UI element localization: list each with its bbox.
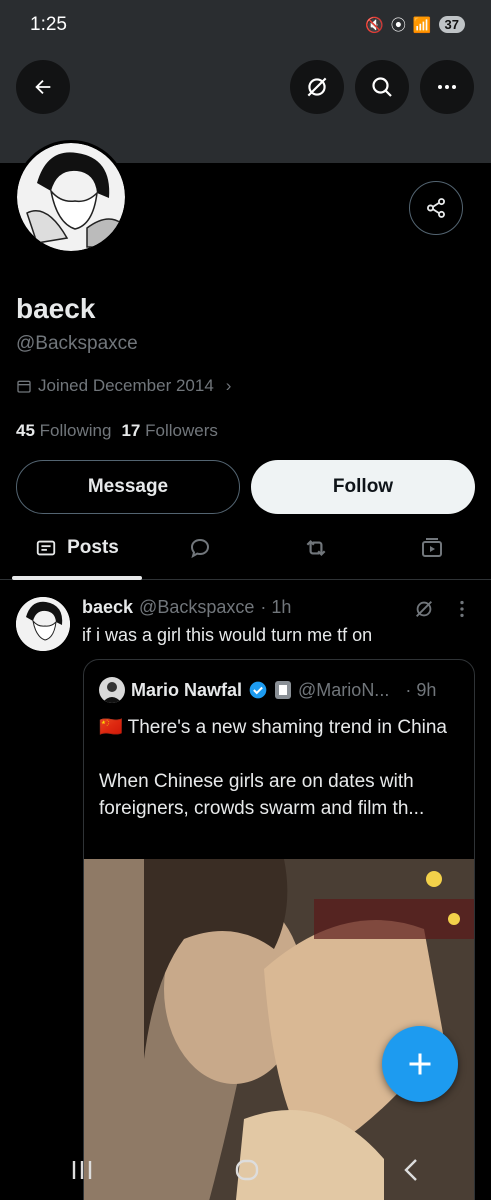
- wifi-icon: 📶: [412, 16, 432, 34]
- slash-circle-icon: [307, 77, 327, 97]
- following-link[interactable]: 45 Following: [16, 421, 111, 441]
- recent-apps-icon[interactable]: [70, 1159, 94, 1181]
- quote-header: Mario Nawfal @MarioN... · 9h: [99, 677, 436, 703]
- reply-icon: [190, 538, 210, 559]
- mute-icon: 🔇: [365, 16, 384, 34]
- status-time: 1:25: [30, 14, 67, 35]
- media-icon: [422, 538, 442, 557]
- quote-author-handle: @MarioN...: [298, 679, 390, 700]
- search-button[interactable]: [355, 60, 409, 114]
- quote-author-name: Mario Nawfal: [131, 679, 243, 700]
- status-icons: 🔇 ⦿ 📶 37: [365, 14, 465, 35]
- slash-circle-icon: [416, 601, 432, 617]
- joined-date[interactable]: Joined December 2014 ›: [16, 376, 231, 396]
- system-nav-bar: [0, 1140, 491, 1200]
- share-button[interactable]: [409, 181, 463, 235]
- quote-text: 🇨🇳 There's a new shaming trend in China …: [99, 714, 464, 822]
- quote-time: · 9h: [405, 679, 437, 700]
- follow-button[interactable]: Follow: [251, 460, 475, 514]
- repost-icon: [306, 539, 326, 557]
- post-text: if i was a girl this would turn me tf on: [82, 625, 373, 645]
- quote-author-avatar: [99, 677, 125, 703]
- home-icon[interactable]: [234, 1158, 260, 1182]
- follow-counts: 45 Following 17 Followers: [16, 421, 218, 441]
- active-tab-indicator: [12, 576, 142, 580]
- search-icon: [372, 77, 392, 97]
- back-nav-icon[interactable]: [401, 1158, 421, 1182]
- arrow-left-icon: [35, 79, 51, 95]
- post-author-handle[interactable]: @Backspaxce: [139, 597, 254, 618]
- followers-link[interactable]: 17 Followers: [121, 421, 217, 441]
- post-more-button[interactable]: [455, 598, 469, 625]
- compose-button[interactable]: [382, 1026, 458, 1102]
- plus-icon: [409, 1053, 431, 1075]
- tab-posts-label: Posts: [67, 537, 119, 558]
- posts-icon: [36, 540, 56, 556]
- more-vertical-icon: [460, 600, 464, 618]
- profile-name: baeck: [16, 293, 96, 324]
- grok-button[interactable]: [290, 60, 344, 114]
- quote-text-line1: 🇨🇳 There's a new shaming trend in China: [99, 717, 448, 738]
- post-author-name[interactable]: baeck: [82, 597, 133, 618]
- grok-post-button[interactable]: [413, 598, 435, 625]
- verified-badge-icon: [249, 681, 267, 699]
- location-icon: ⦿: [390, 17, 406, 34]
- message-button[interactable]: Message: [16, 460, 240, 514]
- profile-avatar[interactable]: [14, 140, 128, 254]
- battery-indicator: 37: [438, 16, 465, 33]
- more-button[interactable]: [420, 60, 474, 114]
- back-button[interactable]: [16, 60, 70, 114]
- tab-media[interactable]: [392, 518, 472, 578]
- quoted-post[interactable]: Mario Nawfal @MarioN... · 9h 🇨🇳 There's …: [83, 659, 475, 1200]
- profile-tabs: Posts: [0, 518, 491, 580]
- tab-posts[interactable]: Posts: [12, 518, 142, 578]
- profile-handle: @Backspaxce: [16, 333, 138, 354]
- avatar-image: [16, 597, 70, 651]
- avatar-image: [17, 143, 125, 251]
- share-icon: [427, 198, 445, 218]
- post-time: · 1h: [260, 597, 292, 617]
- tab-replies[interactable]: [160, 518, 240, 578]
- tab-reposts[interactable]: [276, 518, 356, 578]
- more-horizontal-icon: [438, 85, 456, 89]
- calendar-icon: [17, 380, 31, 393]
- post-author-avatar[interactable]: [16, 597, 70, 651]
- joined-label: Joined December 2014: [38, 376, 214, 395]
- post-header: baeck @Backspaxce · 1h: [82, 597, 291, 618]
- affiliate-badge-icon: [275, 681, 292, 699]
- quote-text-line2: When Chinese girls are on dates with for…: [99, 771, 425, 819]
- chevron-right-icon: ›: [225, 376, 232, 395]
